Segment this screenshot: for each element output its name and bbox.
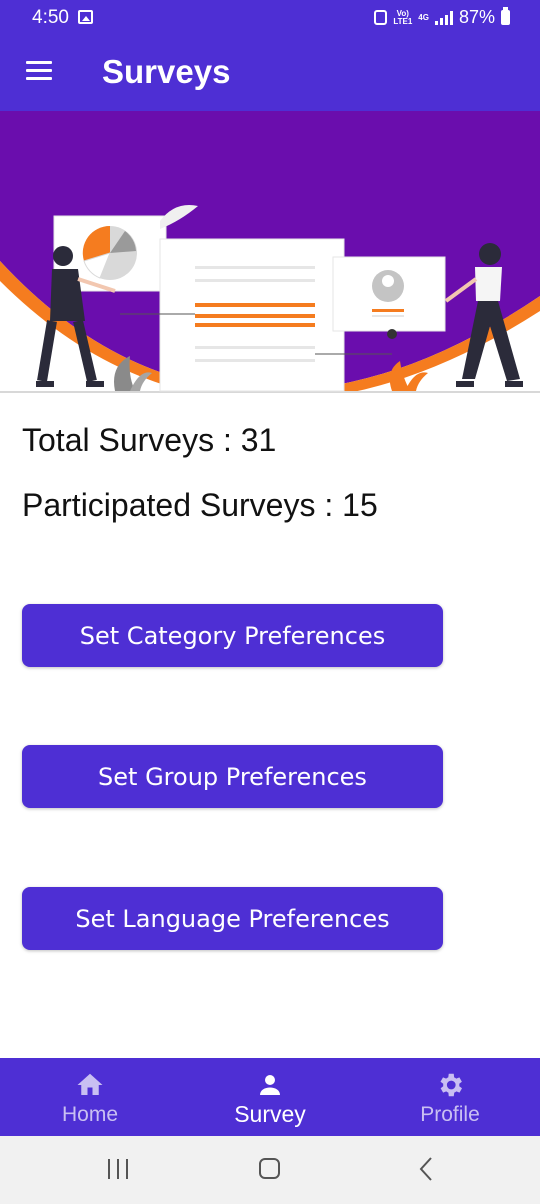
battery-percent: 87% bbox=[458, 7, 495, 27]
hamburger-menu-icon[interactable] bbox=[26, 61, 52, 81]
hero-illustration bbox=[0, 111, 540, 393]
network-type-label: 4G bbox=[418, 12, 429, 22]
battery-icon bbox=[501, 7, 510, 25]
bottom-navigation: Home Survey Profile bbox=[0, 1058, 540, 1136]
total-surveys-text: Total Surveys : 31 bbox=[22, 422, 277, 458]
status-time: 4:50 bbox=[32, 7, 69, 28]
nav-label-profile: Profile bbox=[420, 1103, 480, 1126]
nav-item-profile[interactable]: Profile bbox=[360, 1058, 540, 1136]
set-group-preferences-button[interactable]: Set Group Preferences bbox=[22, 745, 443, 808]
person-icon bbox=[260, 1075, 280, 1095]
nav-label-survey: Survey bbox=[234, 1101, 306, 1127]
image-notification-icon bbox=[78, 10, 93, 24]
recents-icon[interactable] bbox=[108, 1159, 130, 1179]
back-icon[interactable] bbox=[414, 1156, 438, 1182]
nav-item-home[interactable]: Home bbox=[0, 1058, 180, 1136]
network-lte-label: LTE1 bbox=[393, 16, 413, 26]
gear-icon bbox=[440, 1073, 462, 1097]
home-button-icon[interactable] bbox=[259, 1158, 280, 1179]
system-navigation-bar bbox=[0, 1136, 540, 1204]
nav-label-home: Home bbox=[61, 1103, 119, 1126]
page-title: Surveys bbox=[102, 53, 231, 90]
set-category-preferences-button[interactable]: Set Category Preferences bbox=[22, 604, 443, 667]
nav-item-survey[interactable]: Survey bbox=[180, 1058, 360, 1136]
home-icon bbox=[77, 1073, 103, 1095]
status-bar: 4:50 Vo) LTE1 4G 87% bbox=[0, 0, 540, 33]
data-saver-icon bbox=[374, 10, 388, 25]
signal-icon bbox=[434, 10, 453, 25]
participated-surveys-text: Participated Surveys : 15 bbox=[22, 487, 378, 523]
network-label: Vo) LTE1 bbox=[393, 9, 413, 26]
status-icons: Vo) LTE1 4G 87% bbox=[374, 7, 510, 28]
set-language-preferences-button[interactable]: Set Language Preferences bbox=[22, 887, 443, 950]
app-bar: Surveys bbox=[0, 33, 540, 111]
